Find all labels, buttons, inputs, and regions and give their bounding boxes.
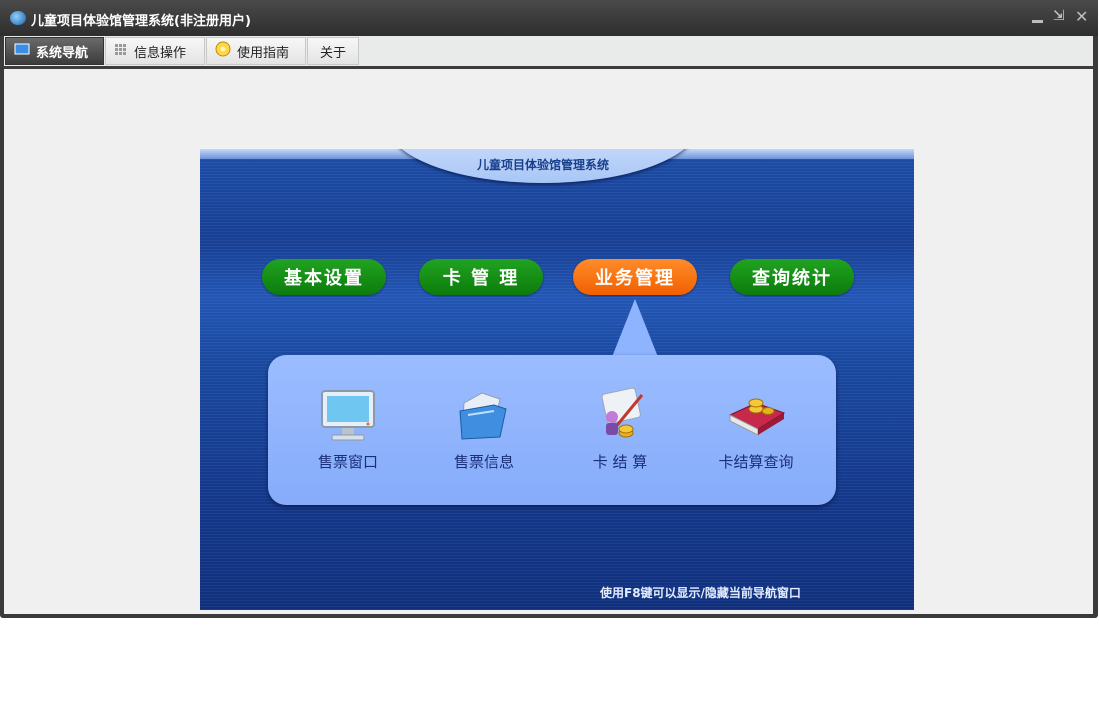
f8-hint-text: 使用F8键可以显示/隐藏当前导航窗口: [600, 586, 801, 600]
app-window: 儿童项目体验馆管理系统(非注册用户) ⇲ ✕ 系统导航 信息操作 使用指南 关于: [0, 0, 1098, 618]
submenu-ticket-window[interactable]: 售票窗口: [288, 385, 408, 485]
window-title: 儿童项目体验馆管理系统(非注册用户): [31, 14, 251, 29]
restore-icon[interactable]: ⇲: [1053, 8, 1065, 24]
help-icon: [215, 41, 231, 61]
tab-label: 系统导航: [36, 45, 89, 61]
book-coins-icon: [726, 385, 786, 445]
tab-info-ops[interactable]: 信息操作: [105, 37, 205, 65]
title-bar[interactable]: 儿童项目体验馆管理系统(非注册用户) ⇲ ✕: [0, 0, 1098, 36]
app-logo-icon: [10, 11, 26, 25]
minimize-icon[interactable]: [1032, 20, 1043, 23]
submenu-ticket-info[interactable]: 售票信息: [424, 385, 544, 485]
submenu-label: 售票窗口: [317, 453, 378, 471]
tab-about[interactable]: 关于: [307, 37, 359, 65]
module-card-management[interactable]: 卡 管 理: [419, 259, 543, 295]
module-query-statistics[interactable]: 查询统计: [730, 259, 854, 295]
navigation-banner: 儿童项目体验馆管理系统 基本设置 卡 管 理 业务管理 查询统计 售票窗口 售票…: [200, 149, 914, 610]
tab-user-guide[interactable]: 使用指南: [206, 37, 306, 65]
submenu-label: 卡 结 算: [592, 453, 648, 471]
content-area: 儿童项目体验馆管理系统 基本设置 卡 管 理 业务管理 查询统计 售票窗口 售票…: [4, 69, 1093, 614]
module-basic-settings[interactable]: 基本设置: [262, 259, 386, 295]
tab-bar: 系统导航 信息操作 使用指南 关于: [4, 36, 1093, 66]
monitor-icon: [14, 43, 30, 60]
settlement-icon: [590, 385, 650, 445]
submenu-label: 卡结算查询: [718, 453, 794, 471]
submenu-card-settlement[interactable]: 卡 结 算: [560, 385, 680, 485]
popup-pointer: [612, 299, 658, 357]
tab-system-nav[interactable]: 系统导航: [5, 37, 104, 65]
submenu-card-settlement-query[interactable]: 卡结算查询: [696, 385, 816, 485]
tab-label: 关于: [320, 45, 347, 61]
tab-label: 信息操作: [134, 45, 187, 61]
banner-title: 儿童项目体验馆管理系统: [476, 158, 609, 172]
grid-icon: [114, 43, 128, 59]
folder-icon: [454, 385, 514, 445]
submenu-panel: 售票窗口 售票信息 卡 结 算 卡结算查询: [268, 355, 836, 505]
submenu-label: 售票信息: [453, 453, 514, 471]
module-business-management[interactable]: 业务管理: [573, 259, 697, 295]
monitor-icon: [318, 385, 378, 445]
tab-label: 使用指南: [237, 45, 290, 61]
close-icon[interactable]: ✕: [1075, 7, 1088, 26]
